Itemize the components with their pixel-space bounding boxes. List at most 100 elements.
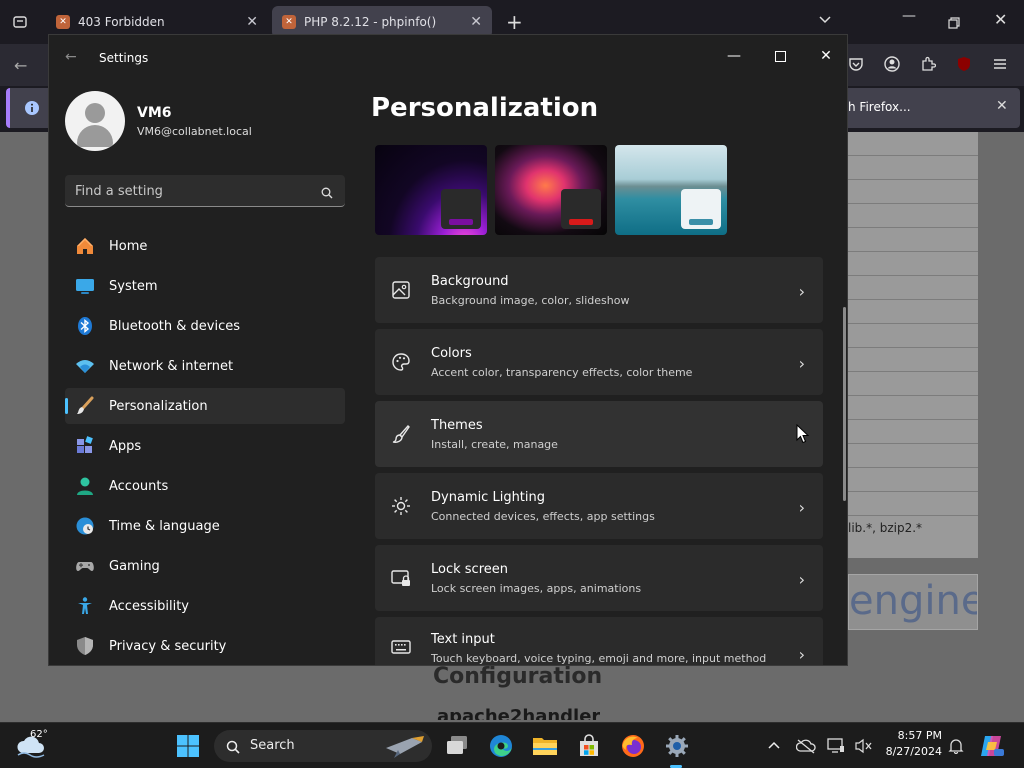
nav-item-network[interactable]: Network & internet [65,348,345,384]
scrollbar[interactable] [843,307,846,501]
home-icon [77,238,93,254]
nav-label: Time & language [109,518,220,534]
nav-item-home[interactable]: Home [65,228,345,264]
nav-item-apps[interactable]: Apps [65,428,345,464]
pocket-icon[interactable] [848,56,864,76]
chevron-down-icon[interactable] [818,12,832,31]
nav-item-bluetooth[interactable]: Bluetooth & devices [65,308,345,344]
close-notification-icon[interactable]: ✕ [996,98,1008,114]
theme-previews [375,145,735,235]
configuration-heading: Configuration [433,664,603,689]
file-explorer-icon[interactable] [531,732,559,760]
card-subtitle: Install, create, manage [431,438,558,451]
settings-window: ← Settings — ✕ VM6 VM6@collabnet.local H… [48,34,848,666]
page-title: Personalization [371,93,599,123]
nav-item-accessibility[interactable]: Accessibility [65,588,345,624]
theme-preview-purple[interactable] [375,145,487,235]
nav-label: Gaming [109,558,160,574]
nav-item-gaming[interactable]: Gaming [65,548,345,584]
account-icon[interactable] [884,56,900,76]
search-input[interactable] [75,181,305,201]
card-title: Text input [431,632,495,647]
accessibility-icon [78,597,92,614]
back-arrow-icon[interactable]: ← [14,56,27,75]
back-arrow-icon[interactable]: ← [65,49,77,65]
wifi-icon [76,360,94,373]
taskbar: 62° Search 8:57 PM 8/27/2024 [0,722,1024,768]
globe-clock-icon [76,517,94,535]
lighting-icon [392,497,410,515]
nav-label: System [109,278,158,294]
menu-icon[interactable] [992,56,1008,76]
nav-label: Bluetooth & devices [109,318,240,334]
extensions-icon[interactable] [920,56,937,76]
xampp-favicon-icon: ✕ [56,15,70,29]
store-icon[interactable] [575,732,603,760]
monitor-icon [76,279,94,294]
card-background[interactable]: Background Background image, color, slid… [375,257,823,323]
nav-label: Network & internet [109,358,234,374]
settings-gear-icon[interactable] [663,732,691,760]
close-browser-icon[interactable]: ✕ [994,10,1007,29]
notification-button[interactable]: h Firefox... [848,100,911,114]
new-tab-icon[interactable]: + [506,10,523,34]
nav-item-personalization[interactable]: Personalization [65,388,345,424]
card-dynamic-lighting[interactable]: Dynamic Lighting Connected devices, effe… [375,473,823,539]
onedrive-offline-icon[interactable] [792,732,820,760]
card-lock-screen[interactable]: Lock screen Lock screen images, apps, an… [375,545,823,611]
avatar[interactable] [65,91,125,151]
apps-icon [77,436,93,453]
card-colors[interactable]: Colors Accent color, transparency effect… [375,329,823,395]
nav-label: Accessibility [109,598,189,614]
edge-icon[interactable] [487,732,515,760]
theme-preview-lake[interactable] [615,145,727,235]
user-name: VM6 [137,105,172,121]
chevron-right-icon: › [798,570,805,589]
volume-muted-icon[interactable] [850,732,878,760]
start-button[interactable] [174,732,202,760]
nav-item-privacy-security[interactable]: Privacy & security [65,628,345,664]
minimize-browser-icon[interactable]: — [902,8,916,24]
taskbar-search[interactable]: Search [214,730,432,762]
nav-item-system[interactable]: System [65,268,345,304]
card-title: Themes [431,418,483,433]
search-icon[interactable] [321,184,333,203]
firefox-icon[interactable] [619,732,647,760]
ublock-icon[interactable] [956,56,972,76]
clock-date[interactable]: 8/27/2024 [880,745,942,758]
close-tab-icon[interactable]: ✕ [246,14,258,30]
xampp-favicon-icon: ✕ [282,15,296,29]
theme-preview-flower[interactable] [495,145,607,235]
clock-time[interactable]: 8:57 PM [880,729,942,742]
maximize-button[interactable] [757,41,803,71]
nav-item-accounts[interactable]: Accounts [65,468,345,504]
chevron-up-icon[interactable] [760,732,788,760]
card-themes[interactable]: Themes Install, create, manage [375,401,823,467]
search-icon [226,739,240,758]
minimize-button[interactable]: — [711,41,757,71]
restore-browser-icon[interactable] [948,14,960,33]
card-text-input[interactable]: Text input Touch keyboard, voice typing,… [375,617,823,665]
tab-title: PHP 8.2.12 - phpinfo() [304,15,437,29]
task-view-icon[interactable] [443,732,471,760]
settings-search-box[interactable] [65,175,345,207]
notification-bell-icon[interactable] [942,732,970,760]
palette-icon [392,353,410,371]
person-icon [77,477,93,495]
shield-icon [77,637,93,655]
window-title: Settings [99,51,149,65]
nav-item-time-language[interactable]: Time & language [65,508,345,544]
theme-accent-bar [569,219,593,225]
lock-screen-icon [391,570,410,586]
tab-list-icon[interactable] [12,14,28,34]
close-button[interactable]: ✕ [803,41,847,71]
display-icon[interactable] [822,732,850,760]
nav-label: Personalization [109,398,208,414]
info-icon [24,100,40,120]
close-tab-icon[interactable]: ✕ [470,14,482,30]
brush-icon [392,424,410,443]
copilot-icon[interactable] [978,732,1006,760]
nav-label: Home [109,238,148,254]
bluetooth-icon [78,317,92,335]
theme-accent-bar [689,219,713,225]
